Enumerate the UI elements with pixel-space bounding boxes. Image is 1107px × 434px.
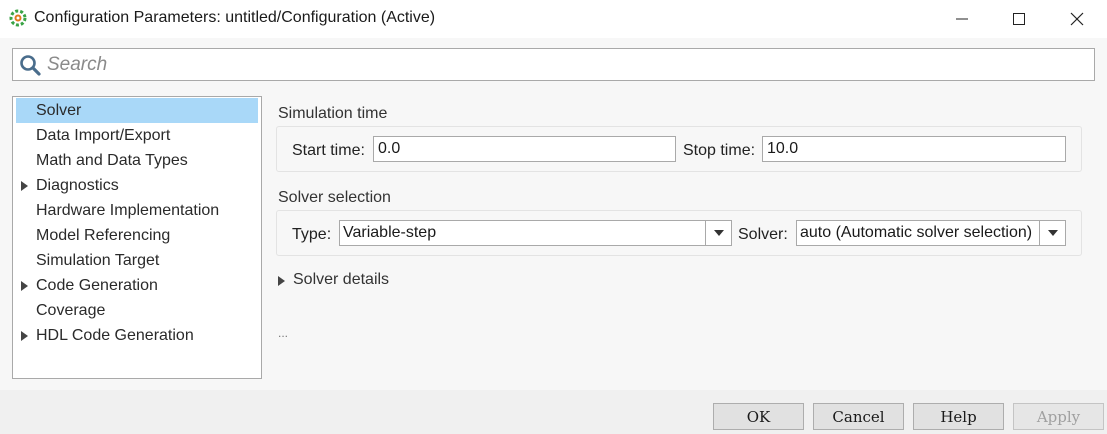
expand-arrow-icon[interactable] <box>21 281 28 291</box>
simulation-time-heading: Simulation time <box>278 105 388 122</box>
title-bar: Configuration Parameters: untitled/Confi… <box>0 0 1107 38</box>
tree-item-math-and-data-types[interactable]: Math and Data Types <box>16 148 258 173</box>
tree-item-label: Coverage <box>36 302 106 319</box>
close-icon <box>1070 12 1084 26</box>
tree-item-data-import-export[interactable]: Data Import/Export <box>16 123 258 148</box>
help-button[interactable]: Help <box>913 403 1004 430</box>
tree-item-label: Diagnostics <box>36 177 119 194</box>
tree-item-label: Solver <box>36 102 82 119</box>
tree-item-label: HDL Code Generation <box>36 327 194 344</box>
search-icon <box>20 55 41 76</box>
solver-label: Solver: <box>738 226 788 243</box>
cancel-button[interactable]: Cancel <box>813 403 904 430</box>
tree-item-hardware-implementation[interactable]: Hardware Implementation <box>16 198 258 223</box>
search-input[interactable] <box>47 51 1087 78</box>
type-select-value: Variable-step <box>343 224 437 241</box>
category-tree: Solver Data Import/Export Math and Data … <box>12 96 262 379</box>
solver-details-label: Solver details <box>293 271 390 288</box>
expand-arrow-icon <box>278 276 285 286</box>
start-time-input[interactable] <box>373 136 676 162</box>
tree-item-label: Code Generation <box>36 277 158 294</box>
simulation-time-group: Start time: Stop time: <box>276 126 1082 172</box>
expand-arrow-icon[interactable] <box>21 181 28 191</box>
close-button[interactable] <box>1048 0 1106 38</box>
tree-item-solver[interactable]: Solver <box>16 98 258 123</box>
tree-item-model-referencing[interactable]: Model Referencing <box>16 223 258 248</box>
app-icon <box>9 9 27 27</box>
type-label: Type: <box>292 226 332 243</box>
dialog-body: Solver Data Import/Export Math and Data … <box>0 38 1107 390</box>
tree-item-code-generation[interactable]: Code Generation <box>16 273 258 298</box>
start-time-label: Start time: <box>292 142 365 159</box>
tree-item-diagnostics[interactable]: Diagnostics <box>16 173 258 198</box>
tree-item-label: Math and Data Types <box>36 152 188 169</box>
tree-item-label: Model Referencing <box>36 227 171 244</box>
expand-arrow-icon[interactable] <box>21 331 28 341</box>
more-indicator: ... <box>278 326 289 340</box>
stop-time-label: Stop time: <box>683 142 756 159</box>
solver-select[interactable]: auto (Automatic solver selection) <box>796 220 1066 246</box>
tree-item-hdl-code-generation[interactable]: HDL Code Generation <box>16 323 258 348</box>
ok-button[interactable]: OK <box>713 403 804 430</box>
solver-selection-heading: Solver selection <box>278 189 391 206</box>
minimize-button[interactable] <box>933 0 991 38</box>
tree-item-coverage[interactable]: Coverage <box>16 298 258 323</box>
chevron-down-icon[interactable] <box>1039 221 1065 245</box>
solver-select-value: auto (Automatic solver selection) <box>800 224 1033 241</box>
stop-time-input[interactable] <box>762 136 1066 162</box>
tree-item-simulation-target[interactable]: Simulation Target <box>16 248 258 273</box>
chevron-down-icon[interactable] <box>705 221 731 245</box>
maximize-button[interactable] <box>990 0 1048 38</box>
tree-item-label: Simulation Target <box>36 252 160 269</box>
search-box[interactable] <box>12 48 1095 81</box>
type-select[interactable]: Variable-step <box>339 220 732 246</box>
solver-selection-group: Type: Variable-step Solver: auto (Automa… <box>276 210 1082 256</box>
apply-button[interactable]: Apply <box>1013 403 1104 430</box>
maximize-icon <box>1013 13 1025 25</box>
tree-item-label: Hardware Implementation <box>36 202 220 219</box>
button-bar: OK Cancel Help Apply <box>0 390 1107 434</box>
minimize-icon <box>956 18 968 20</box>
window-title: Configuration Parameters: untitled/Confi… <box>34 9 436 26</box>
tree-item-label: Data Import/Export <box>36 127 171 144</box>
